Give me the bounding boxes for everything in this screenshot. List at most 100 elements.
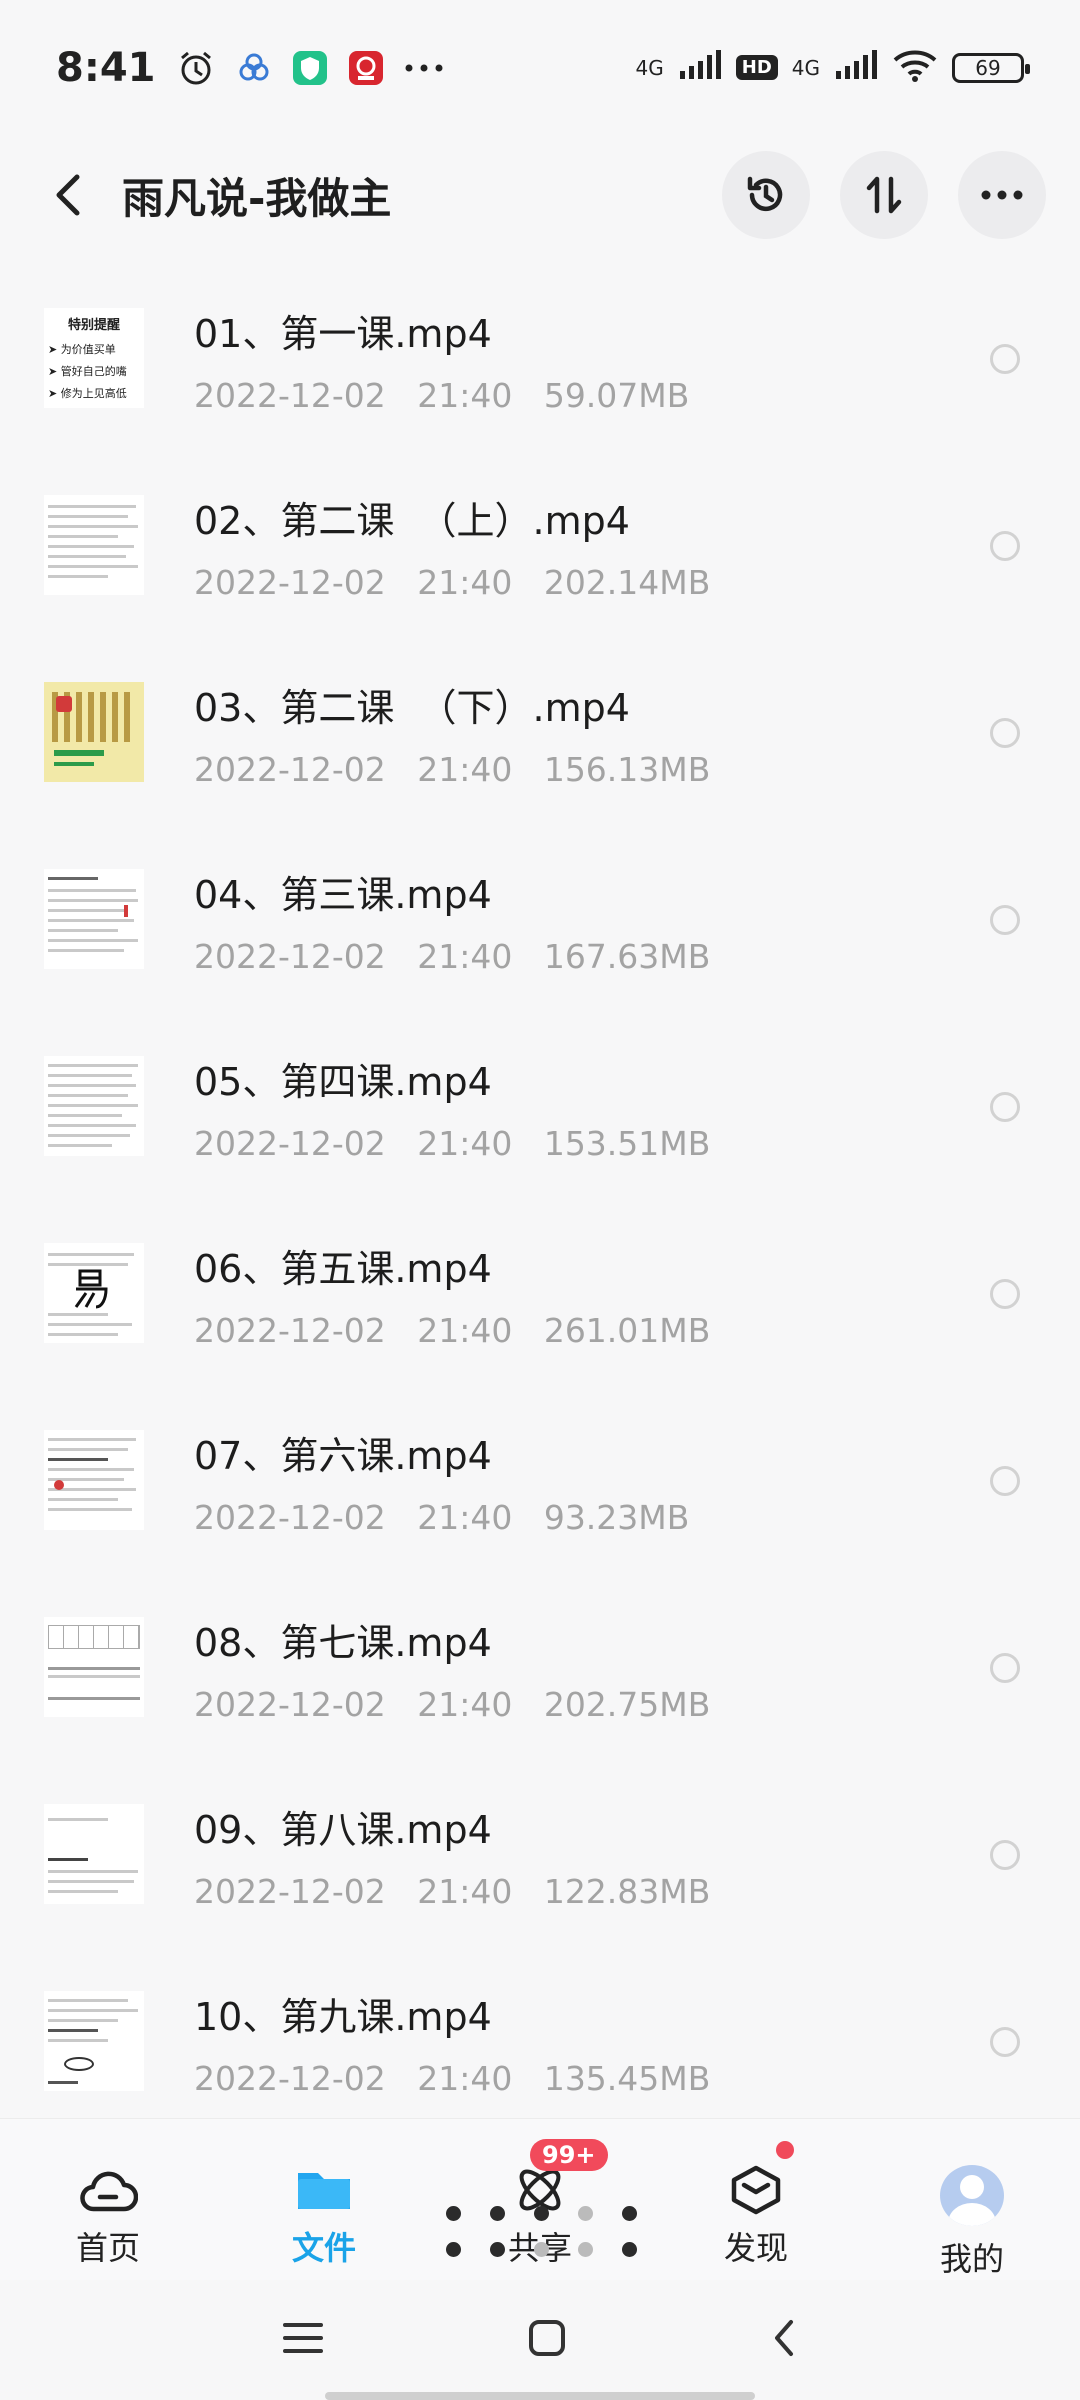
file-list: 特别提醒 ➤ 为价值买单 ➤ 管好自己的嘴 ➤ 修为上见高低 01、第一课.mp… bbox=[0, 265, 1080, 2135]
file-meta: 2022-12-02 21:40 202.14MB bbox=[194, 563, 711, 602]
file-thumbnail bbox=[44, 682, 144, 782]
back-arrow-icon bbox=[56, 174, 80, 216]
select-radio[interactable] bbox=[990, 1839, 1020, 1870]
notification-badge: 99+ bbox=[530, 2139, 608, 2171]
avatar bbox=[940, 2165, 1004, 2226]
file-name: 01、第一课.mp4 bbox=[194, 312, 492, 356]
file-row[interactable]: 02、第二课 （上）.mp4 2022-12-02 21:40 202.14MB bbox=[0, 452, 1080, 639]
file-name: 08、第七课.mp4 bbox=[194, 1621, 492, 1665]
shopping-app-icon bbox=[348, 50, 384, 86]
network-label-2: 4G bbox=[791, 55, 820, 80]
file-name: 10、第九课.mp4 bbox=[194, 1995, 492, 2039]
file-name: 02、第二课 （上）.mp4 bbox=[194, 499, 630, 543]
signal-icon bbox=[678, 49, 722, 86]
signal-icon-2 bbox=[834, 49, 878, 86]
file-name: 06、第五课.mp4 bbox=[194, 1247, 492, 1291]
thumb-line: ➤ 修为上见高低 bbox=[48, 387, 127, 400]
battery-indicator: 69 bbox=[952, 52, 1030, 83]
system-navigation-bar bbox=[0, 2280, 1080, 2400]
recent-apps-button[interactable] bbox=[281, 2320, 325, 2360]
top-bar: 雨凡说-我做主 bbox=[0, 135, 1080, 255]
more-button[interactable] bbox=[958, 151, 1046, 239]
back-chevron-icon bbox=[775, 2320, 793, 2356]
more-notifications-icon bbox=[404, 63, 444, 73]
file-row[interactable]: 04、第三课.mp4 2022-12-02 21:40 167.63MB bbox=[0, 826, 1080, 1013]
network-label: 4G bbox=[635, 55, 664, 80]
file-meta: 2022-12-02 21:40 93.23MB bbox=[194, 1498, 690, 1537]
wifi-icon bbox=[892, 48, 938, 87]
select-radio[interactable] bbox=[990, 717, 1020, 748]
file-thumbnail bbox=[44, 1617, 144, 1717]
file-meta: 2022-12-02 21:40 135.45MB bbox=[194, 2059, 711, 2098]
nav-label: 文件 bbox=[291, 2229, 356, 2267]
select-radio[interactable] bbox=[990, 904, 1020, 935]
security-app-icon bbox=[292, 50, 328, 86]
file-name: 05、第四课.mp4 bbox=[194, 1060, 492, 1104]
alarm-icon bbox=[176, 48, 216, 88]
more-icon bbox=[981, 190, 1023, 200]
sort-icon bbox=[866, 176, 902, 214]
file-thumbnail bbox=[44, 495, 144, 595]
history-button[interactable] bbox=[722, 151, 810, 239]
file-name: 09、第八课.mp4 bbox=[194, 1808, 492, 1852]
drag-dots-overlay bbox=[440, 2200, 640, 2260]
file-name: 07、第六课.mp4 bbox=[194, 1434, 492, 1478]
menu-lines-icon bbox=[283, 2323, 323, 2353]
file-row[interactable]: 08、第七课.mp4 2022-12-02 21:40 202.75MB bbox=[0, 1574, 1080, 1761]
file-meta: 2022-12-02 21:40 202.75MB bbox=[194, 1685, 711, 1724]
select-radio[interactable] bbox=[990, 530, 1020, 561]
file-meta: 2022-12-02 21:40 261.01MB bbox=[194, 1311, 711, 1350]
home-cloud-icon bbox=[80, 2171, 138, 2212]
square-home-icon bbox=[529, 2320, 565, 2356]
file-row[interactable]: 06、第五课.mp4 2022-12-02 21:40 261.01MB bbox=[0, 1200, 1080, 1387]
file-meta: 2022-12-02 21:40 153.51MB bbox=[194, 1124, 711, 1163]
thumb-heading: 特别提醒 bbox=[67, 318, 120, 333]
nav-label: 我的 bbox=[939, 2240, 1004, 2278]
gesture-bar[interactable] bbox=[325, 2392, 755, 2400]
nav-files[interactable]: 文件 bbox=[216, 2119, 432, 2280]
status-time: 8:41 bbox=[56, 44, 156, 91]
file-row[interactable]: 10、第九课.mp4 2022-12-02 21:40 135.45MB bbox=[0, 1948, 1080, 2135]
file-thumbnail bbox=[44, 1243, 144, 1343]
file-meta: 2022-12-02 21:40 156.13MB bbox=[194, 750, 711, 789]
select-radio[interactable] bbox=[990, 1278, 1020, 1309]
file-thumbnail bbox=[44, 1430, 144, 1530]
thumb-line: ➤ 管好自己的嘴 bbox=[48, 365, 127, 378]
folder-icon bbox=[298, 2173, 350, 2209]
discover-cube-icon bbox=[731, 2165, 781, 2215]
select-radio[interactable] bbox=[990, 343, 1020, 374]
file-thumbnail bbox=[44, 1056, 144, 1156]
file-row[interactable]: 03、第二课 （下）.mp4 2022-12-02 21:40 156.13MB bbox=[0, 639, 1080, 826]
back-button[interactable] bbox=[44, 171, 92, 219]
file-thumbnail bbox=[44, 869, 144, 969]
file-meta: 2022-12-02 21:40 122.83MB bbox=[194, 1872, 711, 1911]
page-title: 雨凡说-我做主 bbox=[122, 173, 392, 223]
nav-label: 首页 bbox=[75, 2229, 140, 2267]
select-radio[interactable] bbox=[990, 1091, 1020, 1122]
file-row[interactable]: 05、第四课.mp4 2022-12-02 21:40 153.51MB bbox=[0, 1013, 1080, 1200]
nav-discover[interactable]: 发现 bbox=[648, 2119, 864, 2280]
file-thumbnail bbox=[44, 1804, 144, 1904]
nav-profile[interactable]: 我的 bbox=[864, 2119, 1080, 2280]
file-meta: 2022-12-02 21:40 167.63MB bbox=[194, 937, 711, 976]
nav-label: 发现 bbox=[723, 2229, 788, 2267]
status-bar: 8:41 4G HD 4G 69 bbox=[0, 0, 1080, 135]
file-thumbnail bbox=[44, 1991, 144, 2091]
file-name: 04、第三课.mp4 bbox=[194, 873, 492, 917]
select-radio[interactable] bbox=[990, 2026, 1020, 2057]
file-meta: 2022-12-02 21:40 59.07MB bbox=[194, 376, 690, 415]
thumb-line: ➤ 为价值买单 bbox=[48, 343, 116, 356]
nav-home[interactable]: 首页 bbox=[0, 2119, 216, 2280]
system-back-button[interactable] bbox=[769, 2318, 799, 2362]
hd-badge: HD bbox=[735, 55, 778, 80]
home-button[interactable] bbox=[527, 2318, 567, 2362]
sort-button[interactable] bbox=[840, 151, 928, 239]
select-radio[interactable] bbox=[990, 1652, 1020, 1683]
cloud-app-icon bbox=[236, 50, 272, 86]
file-name: 03、第二课 （下）.mp4 bbox=[194, 686, 630, 730]
file-row[interactable]: 特别提醒 ➤ 为价值买单 ➤ 管好自己的嘴 ➤ 修为上见高低 01、第一课.mp… bbox=[0, 265, 1080, 452]
notification-dot bbox=[776, 2141, 794, 2159]
file-row[interactable]: 07、第六课.mp4 2022-12-02 21:40 93.23MB bbox=[0, 1387, 1080, 1574]
select-radio[interactable] bbox=[990, 1465, 1020, 1496]
file-row[interactable]: 09、第八课.mp4 2022-12-02 21:40 122.83MB bbox=[0, 1761, 1080, 1948]
